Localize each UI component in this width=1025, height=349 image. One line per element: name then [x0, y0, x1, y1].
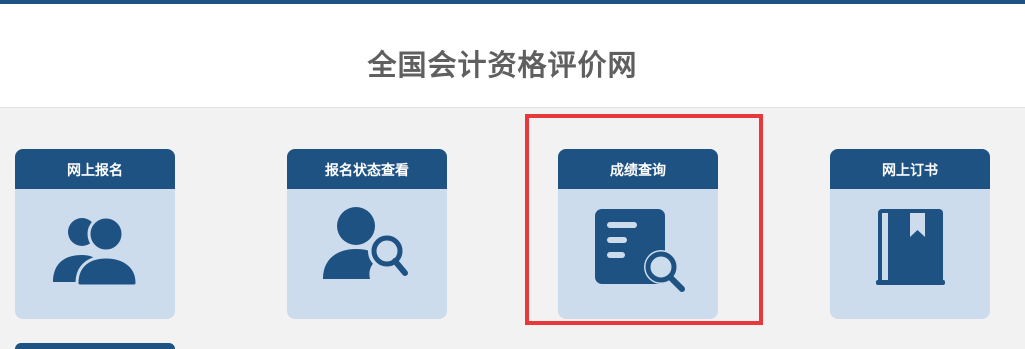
card-registration-status[interactable]: 报名状态查看 — [287, 149, 447, 319]
card-online-book-order[interactable]: 网上订书 — [830, 149, 990, 319]
user-search-icon — [323, 207, 408, 279]
card-title: 网上订书 — [830, 149, 990, 189]
users-icon — [53, 215, 139, 288]
card-score-query[interactable]: 成绩查询 — [558, 149, 718, 319]
page-header: 全国会计资格评价网 — [0, 4, 1025, 108]
book-bookmark-icon — [876, 209, 945, 285]
document-search-icon — [595, 209, 685, 292]
card-title: 报名状态查看 — [287, 149, 447, 189]
card-online-registration[interactable]: 网上报名 — [15, 149, 175, 319]
card-next-row[interactable] — [15, 343, 175, 349]
card-title: 成绩查询 — [558, 149, 718, 189]
site-title: 全国会计资格评价网 — [367, 48, 638, 82]
card-title: 网上报名 — [15, 149, 175, 189]
